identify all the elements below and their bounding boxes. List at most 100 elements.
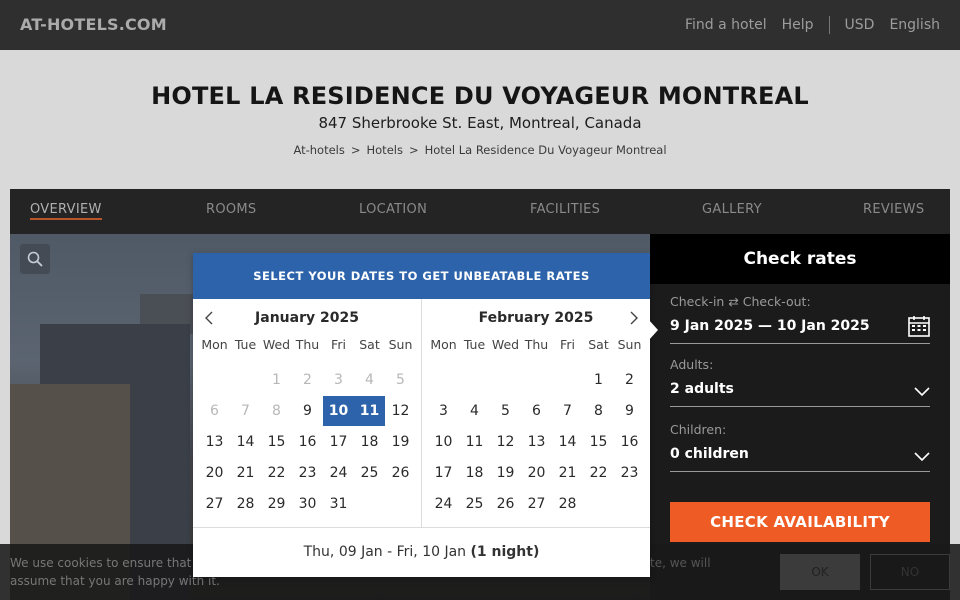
- calendar-day: 5: [396, 372, 405, 388]
- calendar-day[interactable]: 13: [199, 427, 230, 457]
- children-select[interactable]: 0 children: [670, 442, 930, 472]
- calendar-day[interactable]: 28: [230, 489, 261, 519]
- weekday-label: Wed: [491, 337, 520, 352]
- chevron-down-icon: [914, 450, 930, 466]
- nav-help[interactable]: Help: [782, 17, 814, 33]
- tab-facilities[interactable]: FACILITIES: [530, 202, 600, 217]
- calendar-day[interactable]: 22: [583, 458, 614, 488]
- calendar-day[interactable]: 14: [552, 427, 583, 457]
- calendar-day-selected[interactable]: 11: [354, 396, 385, 426]
- weekday-label: Tue: [234, 337, 257, 352]
- calendar-day[interactable]: 6: [521, 396, 552, 426]
- tab-gallery[interactable]: GALLERY: [702, 202, 762, 217]
- breadcrumb: At-hotels > Hotels > Hotel La Residence Du V…: [0, 143, 960, 157]
- calendar-day[interactable]: 15: [261, 427, 292, 457]
- zoom-button[interactable]: [20, 244, 50, 274]
- calendar-day[interactable]: 13: [521, 427, 552, 457]
- calendar-day[interactable]: 12: [385, 396, 416, 426]
- check-rates-title: Check rates: [650, 234, 950, 284]
- breadcrumb-separator: >: [350, 143, 361, 157]
- calendar-day[interactable]: 9: [292, 396, 323, 426]
- calendar-day[interactable]: 23: [614, 458, 645, 488]
- calendar-day[interactable]: 25: [459, 489, 490, 519]
- calendar-day[interactable]: 18: [354, 427, 385, 457]
- calendar-day[interactable]: 27: [521, 489, 552, 519]
- calendar-day[interactable]: 14: [230, 427, 261, 457]
- calendar-day[interactable]: 17: [323, 427, 354, 457]
- check-availability-button[interactable]: CHECK AVAILABILITY: [670, 502, 930, 542]
- weekday-label: Mon: [201, 337, 228, 352]
- calendar-day[interactable]: 16: [614, 427, 645, 457]
- tab-location[interactable]: LOCATION: [359, 202, 427, 217]
- calendar-day[interactable]: 10: [428, 427, 459, 457]
- checkin-checkout-field[interactable]: 9 Jan 2025 — 10 Jan 2025: [670, 314, 930, 344]
- adults-select[interactable]: 2 adults: [670, 377, 930, 407]
- selected-dates-summary: Thu, 09 Jan - Fri, 10 Jan (1 night): [193, 527, 650, 577]
- month-divider: [421, 299, 422, 527]
- nav-find-hotel[interactable]: Find a hotel: [685, 17, 767, 33]
- checkin-checkout-value: 9 Jan 2025 — 10 Jan 2025: [670, 318, 870, 334]
- currency-selector[interactable]: USD: [845, 17, 875, 33]
- calendar-day[interactable]: 12: [490, 427, 521, 457]
- calendar-day[interactable]: 23: [292, 458, 323, 488]
- weekday-header: Mon Tue Wed Thu Fri Sat Sun: [193, 337, 421, 353]
- calendar-day[interactable]: 15: [583, 427, 614, 457]
- breadcrumb-hotels[interactable]: Hotels: [367, 143, 403, 157]
- calendar-day[interactable]: 25: [354, 458, 385, 488]
- calendar-day: 3: [334, 372, 343, 388]
- calendar-day: 1: [272, 372, 281, 388]
- nav-divider: [828, 16, 830, 34]
- weekday-label: Fri: [560, 337, 575, 352]
- calendar-day[interactable]: 21: [230, 458, 261, 488]
- calendar-day[interactable]: 9: [614, 396, 645, 426]
- calendar-day[interactable]: 26: [385, 458, 416, 488]
- weekday-label: Fri: [331, 337, 346, 352]
- calendar-day[interactable]: 20: [199, 458, 230, 488]
- calendar-day[interactable]: 21: [552, 458, 583, 488]
- calendar-day[interactable]: 17: [428, 458, 459, 488]
- site-logo[interactable]: AT-HOTELS.COM: [20, 15, 167, 34]
- cookie-no-button[interactable]: NO: [870, 554, 950, 590]
- cookie-text-continued: te, we will: [650, 556, 711, 570]
- hotel-header: HOTEL LA RESIDENCE DU VOYAGEUR MONTREAL …: [0, 50, 960, 189]
- breadcrumb-current: Hotel La Residence Du Voyageur Montreal: [424, 143, 667, 157]
- calendar-day[interactable]: 29: [261, 489, 292, 519]
- weekday-label: Sat: [588, 337, 609, 352]
- calendar-day[interactable]: 20: [521, 458, 552, 488]
- calendar-day[interactable]: 11: [459, 427, 490, 457]
- calendar-day[interactable]: 5: [490, 396, 521, 426]
- tab-reviews[interactable]: REVIEWS: [863, 202, 924, 217]
- calendar-day[interactable]: 27: [199, 489, 230, 519]
- cookie-ok-button[interactable]: OK: [780, 554, 860, 590]
- calendar-day[interactable]: 1: [583, 365, 614, 395]
- weekday-label: Wed: [262, 337, 291, 352]
- tab-rooms[interactable]: ROOMS: [206, 202, 256, 217]
- calendar-day[interactable]: 22: [261, 458, 292, 488]
- calendar-day[interactable]: 28: [552, 489, 583, 519]
- calendar-day[interactable]: 30: [292, 489, 323, 519]
- calendar-day-selected[interactable]: 10: [323, 396, 354, 426]
- breadcrumb-separator: >: [408, 143, 419, 157]
- calendar-day[interactable]: 8: [583, 396, 614, 426]
- top-nav: Find a hotel Help USD English: [685, 16, 940, 34]
- breadcrumb-home[interactable]: At-hotels: [293, 143, 344, 157]
- calendar-day[interactable]: 24: [428, 489, 459, 519]
- children-value: 0 children: [670, 446, 749, 462]
- calendar-day[interactable]: 31: [323, 489, 354, 519]
- language-selector[interactable]: English: [889, 17, 940, 33]
- calendar-day[interactable]: 16: [292, 427, 323, 457]
- calendar-day[interactable]: 4: [459, 396, 490, 426]
- tab-overview[interactable]: OVERVIEW: [30, 202, 102, 220]
- calendar-day[interactable]: 3: [428, 396, 459, 426]
- calendar-day[interactable]: 18: [459, 458, 490, 488]
- calendar-day[interactable]: 26: [490, 489, 521, 519]
- calendar-day: 6: [210, 403, 219, 419]
- calendar-day[interactable]: 19: [490, 458, 521, 488]
- hotel-title: HOTEL LA RESIDENCE DU VOYAGEUR MONTREAL: [151, 82, 809, 110]
- hotel-address: 847 Sherbrooke St. East, Montreal, Canad…: [318, 114, 642, 132]
- calendar-day[interactable]: 19: [385, 427, 416, 457]
- calendar-day[interactable]: 24: [323, 458, 354, 488]
- calendar-day[interactable]: 2: [614, 365, 645, 395]
- chevron-down-icon: [914, 385, 930, 401]
- calendar-day[interactable]: 7: [552, 396, 583, 426]
